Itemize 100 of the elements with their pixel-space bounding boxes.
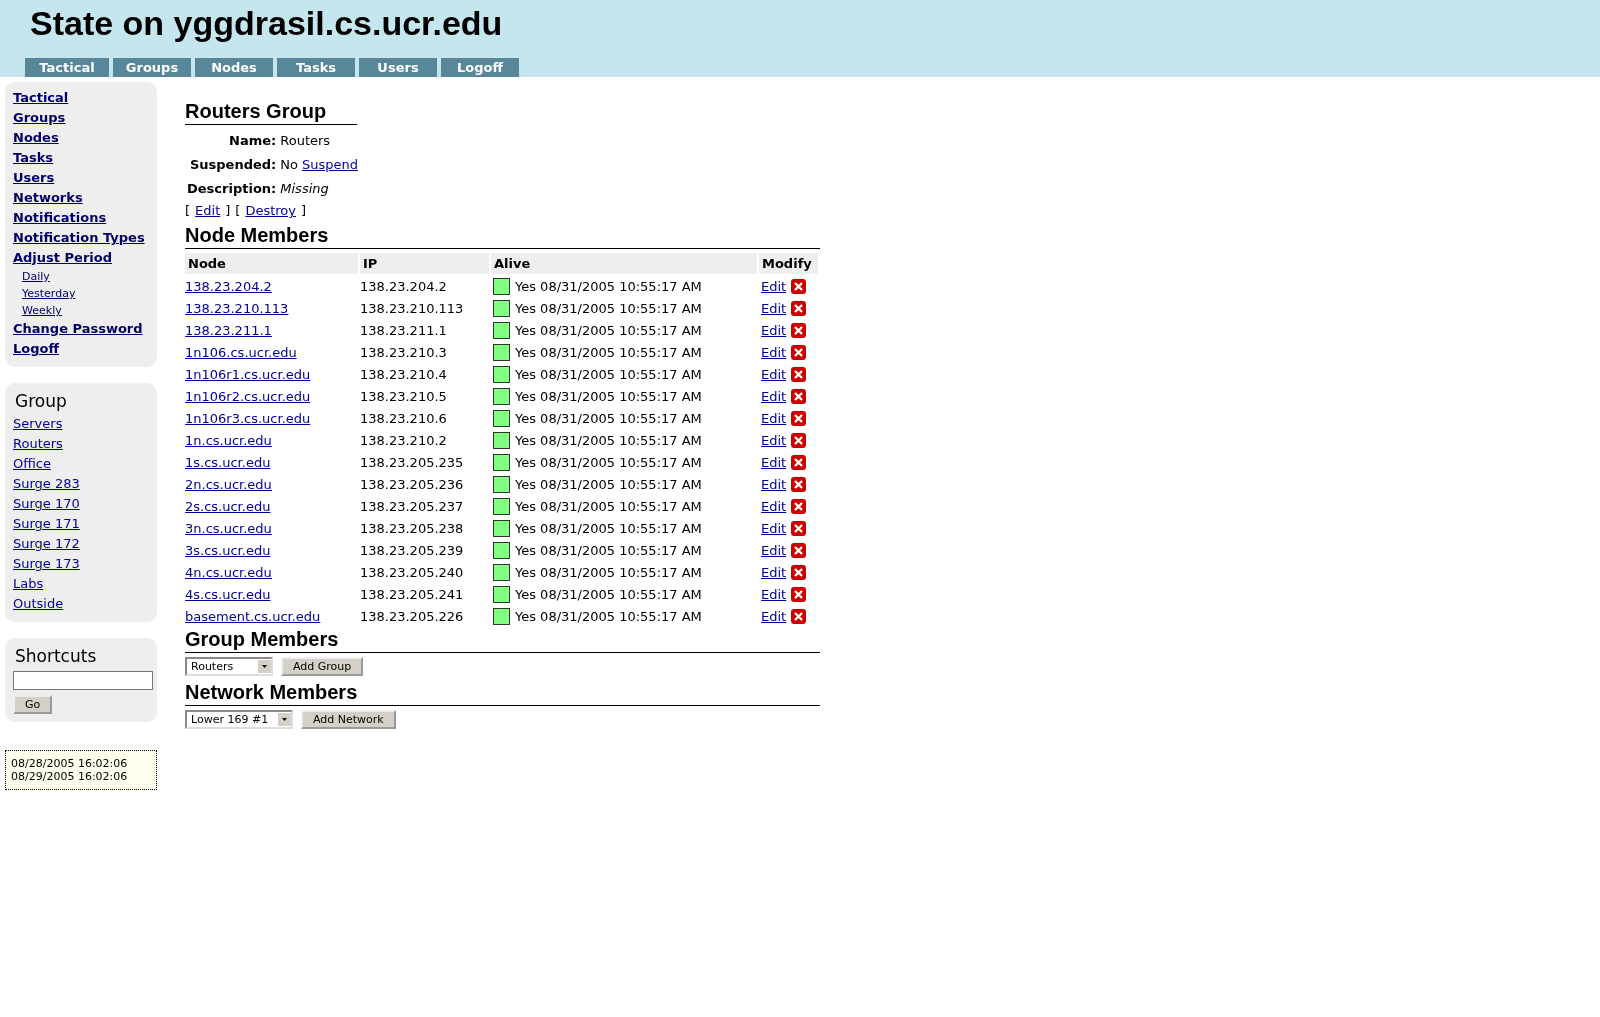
delete-icon[interactable] (791, 586, 807, 602)
delete-icon[interactable] (791, 542, 807, 558)
dropdown-caret-icon[interactable] (258, 660, 271, 673)
ip-cell: 138.23.210.6 (360, 410, 447, 426)
delete-icon[interactable] (791, 278, 807, 294)
nav-tab[interactable]: Users (359, 58, 437, 77)
dropdown-caret-icon[interactable] (278, 713, 291, 726)
edit-link[interactable]: Edit (761, 388, 787, 404)
group-select[interactable]: Routers (185, 657, 273, 676)
edit-link[interactable]: Edit (761, 278, 787, 294)
ip-cell: 138.23.205.226 (360, 608, 464, 624)
nav-tab[interactable]: Logoff (441, 58, 519, 77)
edit-link[interactable]: Edit (761, 542, 787, 558)
node-link[interactable]: 138.23.210.113 (185, 300, 289, 316)
menu-link[interactable]: Nodes (13, 128, 59, 148)
delete-icon[interactable] (791, 432, 807, 448)
node-link[interactable]: 3s.cs.ucr.edu (185, 542, 271, 558)
edit-link[interactable]: Edit (761, 608, 787, 624)
group-link[interactable]: Outside (13, 594, 64, 614)
menu-link[interactable]: Networks (13, 188, 83, 208)
delete-icon[interactable] (791, 300, 807, 316)
delete-icon[interactable] (791, 322, 807, 338)
delete-icon[interactable] (791, 366, 807, 382)
edit-link[interactable]: Edit (761, 520, 787, 536)
menu-link[interactable]: Groups (13, 108, 66, 128)
delete-icon[interactable] (791, 608, 807, 624)
action-link[interactable]: Destroy (245, 203, 296, 218)
delete-icon[interactable] (791, 520, 807, 536)
node-link[interactable]: 1n106r2.cs.ucr.edu (185, 388, 311, 404)
edit-link[interactable]: Edit (761, 564, 787, 580)
edit-link[interactable]: Edit (761, 498, 787, 514)
go-button[interactable]: Go (13, 695, 53, 714)
group-link[interactable]: Labs (13, 574, 44, 594)
menu-link[interactable]: Notification Types (13, 228, 145, 248)
edit-link[interactable]: Edit (761, 454, 787, 470)
menu-link[interactable]: Logoff (13, 339, 59, 359)
network-select[interactable]: Lower 169 #1 (185, 710, 293, 729)
node-link[interactable]: 138.23.204.2 (185, 278, 272, 294)
group-link[interactable]: Surge 173 (13, 554, 80, 574)
nav-tab[interactable]: Tasks (277, 58, 355, 77)
group-link[interactable]: Surge 171 (13, 514, 80, 534)
delete-icon[interactable] (791, 388, 807, 404)
add-network-button[interactable]: Add Network (301, 710, 396, 729)
group-link[interactable]: Office (13, 454, 51, 474)
nav-tab[interactable]: Groups (113, 58, 191, 77)
alive-cell: Yes 08/31/2005 10:55:17 AM (515, 300, 702, 316)
edit-link[interactable]: Edit (761, 476, 787, 492)
suspend-link[interactable]: Suspend (301, 157, 358, 172)
delete-icon[interactable] (791, 498, 807, 514)
menu-link[interactable]: Tactical (13, 88, 69, 108)
menu-link[interactable]: Notifications (13, 208, 107, 228)
group-link[interactable]: Surge 172 (13, 534, 80, 554)
shortcut-field[interactable] (13, 671, 153, 690)
section-heading: Node Members (185, 224, 820, 249)
node-link[interactable]: 1n.cs.ucr.edu (185, 432, 272, 448)
ip-cell: 138.23.210.4 (360, 366, 447, 382)
nav-tab[interactable]: Tactical (25, 58, 109, 77)
node-link[interactable]: 1n106.cs.ucr.edu (185, 344, 297, 360)
node-link[interactable]: 4n.cs.ucr.edu (185, 564, 272, 580)
action-link[interactable]: Edit (195, 203, 221, 218)
group-link[interactable]: Surge 283 (13, 474, 80, 494)
delete-icon[interactable] (791, 476, 807, 492)
node-link[interactable]: 1n106r1.cs.ucr.edu (185, 366, 311, 382)
node-link[interactable]: 2n.cs.ucr.edu (185, 476, 272, 492)
add-group-button[interactable]: Add Group (281, 657, 364, 676)
node-link[interactable]: 1s.cs.ucr.edu (185, 454, 271, 470)
edit-link[interactable]: Edit (761, 322, 787, 338)
nav-tab[interactable]: Nodes (195, 58, 273, 77)
menu-link[interactable]: Adjust Period (13, 248, 112, 268)
node-link[interactable]: 3n.cs.ucr.edu (185, 520, 272, 536)
alive-cell: Yes 08/31/2005 10:55:17 AM (515, 542, 702, 558)
submenu-link[interactable]: Yesterday (22, 285, 76, 302)
edit-link[interactable]: Edit (761, 410, 787, 426)
delete-icon[interactable] (791, 564, 807, 580)
edit-link[interactable]: Edit (761, 300, 787, 316)
alive-cell: Yes 08/31/2005 10:55:17 AM (515, 564, 702, 580)
submenu-link[interactable]: Daily (22, 268, 50, 285)
submenu-link[interactable]: Weekly (22, 302, 62, 319)
node-link[interactable]: 138.23.211.1 (185, 322, 272, 338)
group-link[interactable]: Surge 170 (13, 494, 80, 514)
delete-icon[interactable] (791, 410, 807, 426)
edit-link[interactable]: Edit (761, 432, 787, 448)
section-heading: Routers Group (185, 100, 357, 125)
group-link[interactable]: Servers (13, 414, 63, 434)
node-link[interactable]: 4s.cs.ucr.edu (185, 586, 271, 602)
edit-link[interactable]: Edit (761, 586, 787, 602)
node-link[interactable]: 1n106r3.cs.ucr.edu (185, 410, 311, 426)
delete-icon[interactable] (791, 454, 807, 470)
ip-cell: 138.23.211.1 (360, 322, 447, 338)
node-link[interactable]: basement.cs.ucr.edu (185, 608, 321, 624)
menu-link[interactable]: Tasks (13, 148, 54, 168)
menu-link[interactable]: Change Password (13, 319, 143, 339)
delete-icon[interactable] (791, 344, 807, 360)
group-link[interactable]: Routers (13, 434, 63, 454)
menu-link[interactable]: Users (13, 168, 55, 188)
field-value: Routers (280, 133, 331, 148)
edit-link[interactable]: Edit (761, 344, 787, 360)
ip-cell: 138.23.204.2 (360, 278, 447, 294)
edit-link[interactable]: Edit (761, 366, 787, 382)
node-link[interactable]: 2s.cs.ucr.edu (185, 498, 271, 514)
